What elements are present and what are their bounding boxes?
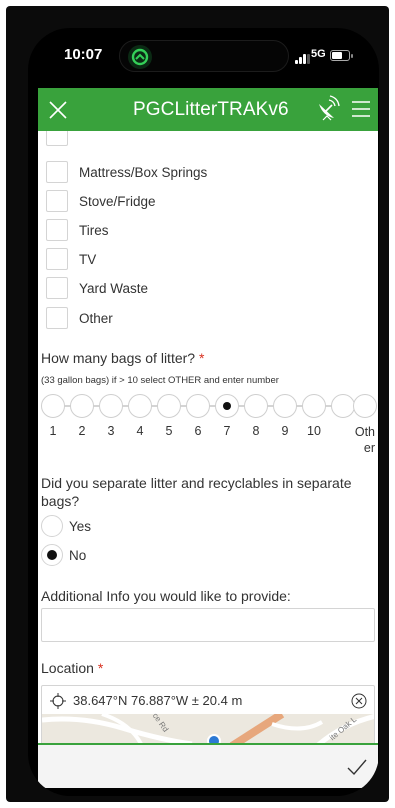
checkbox-row[interactable]: Tires (46, 218, 109, 242)
rating-option[interactable] (273, 394, 297, 418)
battery-icon (330, 50, 350, 61)
status-bar: 10:07 5G (28, 28, 379, 84)
checkbox[interactable] (46, 277, 68, 299)
checkbox-row[interactable]: Stove/Fridge (46, 189, 156, 213)
rating-option[interactable] (128, 394, 152, 418)
rating-option[interactable] (70, 394, 94, 418)
checkbox-label: Tires (79, 222, 109, 238)
phone-body: 10:07 5G PGCLitterTRAKv6 Mattress/Box Sp… (6, 6, 389, 802)
form-footer (38, 743, 378, 788)
separate-question-label: Did you separate litter and recyclables … (41, 475, 352, 509)
app-header: PGCLitterTRAKv6 (38, 88, 378, 131)
network-label: 5G (311, 48, 326, 60)
checkmark-icon[interactable] (346, 757, 368, 777)
checkbox-label: Yard Waste (79, 280, 149, 296)
close-icon[interactable] (40, 92, 76, 128)
location-field[interactable]: 38.647°N 76.887°W ± 20.4 m ce Rd ite Oak… (41, 685, 375, 743)
survey-form: Mattress/Box Springs Stove/Fridge Tires … (38, 131, 378, 743)
rating-label: 4 (136, 424, 144, 438)
rating-label: 2 (78, 424, 86, 438)
checkbox[interactable] (46, 248, 68, 270)
rating-option[interactable] (157, 394, 181, 418)
status-time: 10:07 (64, 46, 103, 63)
checkbox-row[interactable]: Mattress/Box Springs (46, 160, 207, 184)
radio-label: Yes (69, 518, 92, 534)
additional-info-label: Additional Info you would like to provid… (41, 588, 291, 604)
checkbox-row[interactable]: TV (46, 247, 96, 271)
rating-option[interactable] (99, 394, 123, 418)
checkbox-label: Mattress/Box Springs (79, 164, 208, 180)
checkbox-label: Stove/Fridge (79, 193, 156, 209)
signal-bar (303, 54, 306, 64)
radio-button[interactable] (41, 515, 63, 537)
activity-icon (128, 45, 152, 69)
question-text: How many bags of litter? (41, 350, 196, 366)
signal-battery-group: 5G (295, 48, 355, 64)
checkbox-row[interactable]: Other (46, 306, 113, 330)
rating-label: 1 (49, 424, 57, 438)
rating-label: 6 (194, 424, 202, 438)
crosshair-icon[interactable] (50, 693, 66, 709)
rating-label-other: Oth er (354, 425, 375, 455)
rating-option[interactable] (302, 394, 326, 418)
screenshot-frame: 10:07 5G PGCLitterTRAKv6 Mattress/Box Sp… (0, 0, 395, 808)
rating-option-selected[interactable] (215, 394, 239, 418)
radio-option-yes[interactable]: Yes (41, 514, 91, 538)
checkbox[interactable] (46, 131, 68, 146)
rating-option[interactable] (41, 394, 65, 418)
radio-label: No (69, 547, 87, 563)
rating-label: 8 (252, 424, 260, 438)
checkbox-label: TV (79, 251, 97, 267)
rating-option[interactable] (186, 394, 210, 418)
checkbox-row-partial[interactable] (46, 131, 68, 147)
phone-screen: 10:07 5G PGCLitterTRAKv6 Mattress/Box Sp… (28, 28, 379, 796)
checkbox-row[interactable]: Yard Waste (46, 276, 148, 300)
checkbox[interactable] (46, 307, 68, 329)
satellite-dish-icon[interactable] (314, 94, 340, 124)
rating-option-other[interactable] (353, 394, 377, 418)
rating-label: 10 (307, 424, 321, 438)
checkbox-label: Other (79, 310, 113, 326)
rating-label: 5 (165, 424, 173, 438)
required-mark: * (97, 660, 104, 676)
additional-info-input[interactable] (41, 608, 375, 642)
bags-rating-scale (41, 393, 377, 419)
rating-label: 3 (107, 424, 115, 438)
signal-bar (299, 57, 302, 64)
location-label: Location * (41, 659, 103, 677)
signal-bar (307, 54, 310, 64)
radio-button-selected[interactable] (41, 544, 63, 566)
bags-question-label: How many bags of litter? * (41, 349, 204, 367)
checkbox[interactable] (46, 161, 68, 183)
app-title: PGCLitterTRAKv6 (133, 99, 289, 120)
dynamic-island (119, 40, 289, 72)
clear-circle-icon[interactable] (351, 693, 367, 709)
location-map[interactable]: ce Rd ite Oak L (42, 710, 374, 743)
battery-tip (351, 54, 353, 58)
checkbox[interactable] (46, 190, 68, 212)
hamburger-menu-icon[interactable] (348, 96, 374, 122)
signal-bar (295, 60, 298, 64)
bags-hint: (33 gallon bags) if > 10 select OTHER an… (41, 375, 279, 386)
location-label-text: Location (41, 660, 94, 676)
rating-option[interactable] (244, 394, 268, 418)
rating-option[interactable] (331, 394, 355, 418)
rating-label: 9 (281, 424, 289, 438)
radio-option-no[interactable]: No (41, 543, 86, 567)
required-mark: * (198, 350, 205, 366)
location-value: 38.647°N 76.887°W ± 20.4 m (73, 693, 243, 708)
rating-label: 7 (223, 424, 231, 438)
checkbox[interactable] (46, 219, 68, 241)
